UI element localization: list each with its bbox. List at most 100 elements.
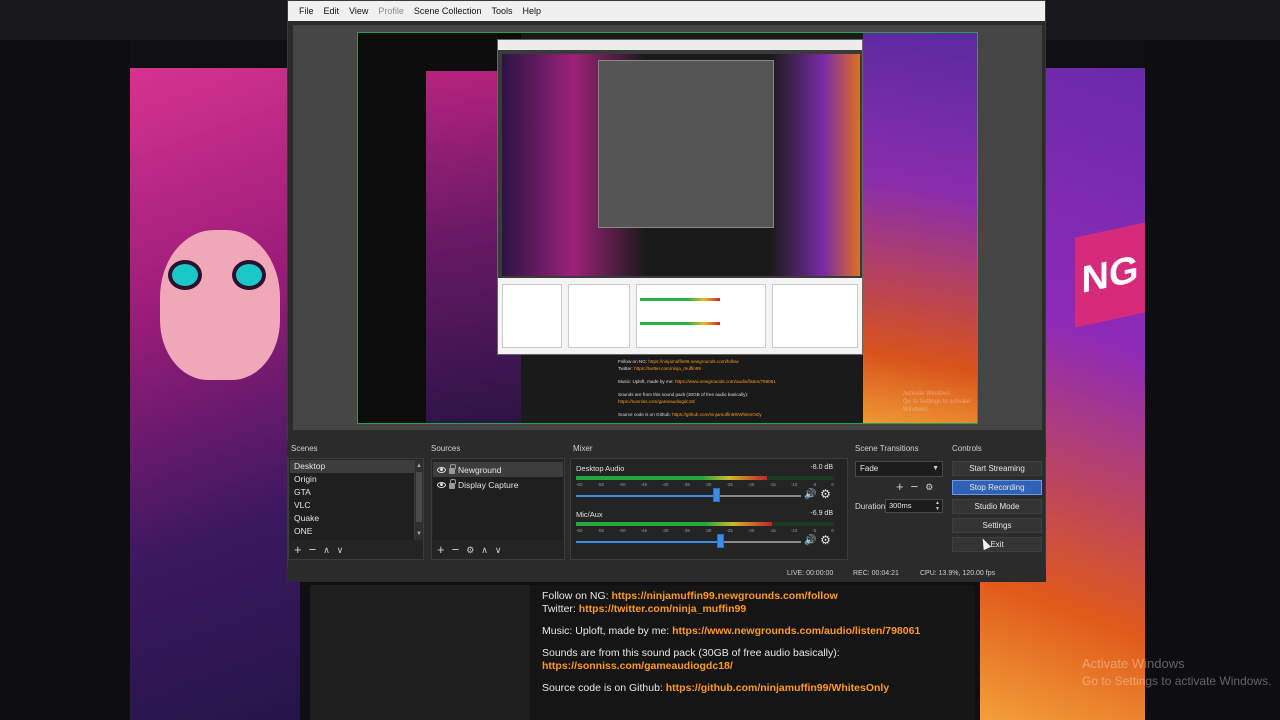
meter-ticks: -60 -55 -50 -45 -40 -35 -30 -25 -20 -15 -10 -5 0: [576, 528, 834, 533]
preview-sounds-label: Sounds are from this sound pack (30GB of…: [618, 391, 749, 397]
scroll-down-icon[interactable]: ▼: [416, 531, 422, 537]
preview-canvas[interactable]: Follow on NG: https://ninjamuffin99.newg…: [357, 32, 978, 424]
nested-meter-2: [640, 322, 720, 325]
mixer-channel-db: -8.0 dB: [810, 464, 833, 471]
scenes-scroll-thumb[interactable]: [416, 472, 422, 522]
exit-button[interactable]: Exit: [952, 537, 1042, 552]
scene-item-desktop[interactable]: Desktop: [290, 460, 414, 473]
source-label-display-capture: Display Capture: [458, 479, 519, 490]
mixer-panel: Desktop Audio -8.0 dB -60 -55 -50 -45 -40 -35…: [570, 458, 848, 560]
transitions-panel: Fade ▼ + − ⚙ Duration 300ms ▲ ▼: [851, 458, 947, 560]
move-up-icon[interactable]: ∧: [481, 544, 488, 556]
tick-label: -20: [747, 482, 755, 487]
settings-button[interactable]: Settings: [952, 518, 1042, 533]
scenes-scrollbar[interactable]: ▲ ▼: [414, 460, 423, 540]
scene-item-origin[interactable]: Origin: [290, 473, 414, 486]
menu-help[interactable]: Help: [517, 1, 546, 21]
volume-meter: [576, 476, 767, 480]
right-dark-area: [1145, 40, 1280, 720]
follow-link[interactable]: https://ninjamuffin99.newgrounds.com/fol…: [611, 590, 837, 602]
volume-fader-fill: [576, 541, 720, 543]
add-source-icon[interactable]: +: [437, 543, 445, 556]
spin-arrows-icon[interactable]: ▲ ▼: [935, 500, 940, 512]
tick-label: -55: [597, 482, 604, 487]
sounds-link[interactable]: https://sonniss.com/gameaudiogdc18/: [542, 660, 733, 672]
preview-area[interactable]: Follow on NG: https://ninjamuffin99.newg…: [293, 25, 1042, 430]
tick-label: -50: [618, 482, 626, 487]
scene-item-one[interactable]: ONE: [290, 525, 414, 538]
menu-tools[interactable]: Tools: [486, 1, 517, 21]
gear-icon[interactable]: ⚙: [820, 488, 831, 500]
duration-value: 300ms: [889, 501, 912, 510]
menu-view[interactable]: View: [344, 1, 373, 21]
lock-icon[interactable]: [449, 464, 456, 474]
mixer-channel-name: Desktop Audio: [576, 464, 625, 473]
volume-fader-handle[interactable]: [717, 534, 724, 548]
twitter-link[interactable]: https://twitter.com/ninja_muffin99: [579, 603, 746, 615]
live-time: LIVE: 00:00:00: [787, 570, 834, 577]
source-item-newground[interactable]: Newground: [433, 462, 563, 477]
music-link[interactable]: https://www.newgrounds.com/audio/listen/…: [672, 625, 920, 637]
mixer-dock-title: Mixer: [569, 441, 849, 457]
studio-mode-button[interactable]: Studio Mode: [952, 499, 1042, 514]
menu-edit[interactable]: Edit: [319, 1, 345, 21]
transition-select[interactable]: Fade ▼: [855, 461, 943, 477]
preview-info-text: Follow on NG: https://ninjamuffin99.newg…: [618, 359, 858, 418]
source-label-newground: Newground: [458, 464, 502, 475]
add-transition-icon[interactable]: +: [896, 480, 904, 493]
move-down-icon[interactable]: ∨: [495, 544, 502, 556]
move-up-icon[interactable]: ∧: [323, 544, 330, 556]
tick-label: -10: [790, 482, 798, 487]
menu-profile[interactable]: Profile: [373, 1, 409, 21]
activate-windows-watermark: Activate Windows Go to Settings to activ…: [1082, 655, 1271, 690]
tick-label: -15: [769, 482, 776, 487]
remove-transition-icon[interactable]: −: [911, 480, 919, 493]
mixer-channel-db: -6.9 dB: [810, 510, 833, 517]
scene-item-gta[interactable]: GTA: [290, 486, 414, 499]
twitter-label: Twitter:: [542, 603, 579, 615]
speaker-icon[interactable]: 🔊: [804, 536, 816, 546]
menu-scene-collection[interactable]: Scene Collection: [409, 1, 487, 21]
remove-source-icon[interactable]: −: [452, 543, 460, 556]
music-label: Music: Uploft, made by me:: [542, 625, 673, 637]
add-scene-icon[interactable]: +: [294, 543, 302, 556]
duration-spinbox[interactable]: 300ms ▲ ▼: [885, 499, 943, 513]
speaker-icon[interactable]: 🔊: [804, 490, 816, 500]
source-link[interactable]: https://github.com/ninjamuffin99/WhitesO…: [666, 682, 889, 694]
duration-label: Duration: [855, 502, 886, 511]
character-face-art: [160, 230, 280, 380]
wallpaper-character-art: [130, 68, 300, 720]
tick-label: -50: [618, 528, 626, 533]
status-bar: LIVE: 00:00:00 REC: 00:04:21 CPU: 13.9%,…: [287, 567, 1046, 582]
lock-icon[interactable]: [449, 479, 456, 489]
ng-sign-art: NG: [1075, 222, 1145, 328]
remove-scene-icon[interactable]: −: [309, 543, 317, 556]
source-properties-gear-icon[interactable]: ⚙: [466, 544, 474, 556]
scroll-up-icon[interactable]: ▲: [416, 463, 422, 469]
scenes-toolbar: + − ∧ ∨: [294, 543, 344, 556]
tick-label: -25: [726, 528, 733, 533]
transition-properties-gear-icon[interactable]: ⚙: [925, 481, 933, 493]
start-streaming-button[interactable]: Start Streaming: [952, 461, 1042, 476]
scene-item-quake[interactable]: Quake: [290, 512, 414, 525]
menu-file[interactable]: File: [294, 1, 319, 21]
source-item-display-capture[interactable]: Display Capture: [433, 477, 563, 492]
volume-fader-handle[interactable]: [713, 488, 720, 502]
eye-icon[interactable]: [437, 466, 446, 473]
preview-twitter-label: Twitter:: [618, 365, 635, 371]
sources-toolbar: + − ⚙ ∧ ∨: [437, 543, 502, 556]
nested-controls: [772, 284, 858, 348]
stop-recording-button[interactable]: Stop Recording: [952, 480, 1042, 495]
tick-label: -40: [661, 528, 669, 533]
preview-city-art: [863, 33, 977, 423]
nested-menu-bar: [498, 40, 862, 50]
scenes-dock-title: Scenes: [287, 441, 427, 457]
sources-dock-title: Sources: [427, 441, 567, 457]
move-down-icon[interactable]: ∨: [337, 544, 344, 556]
eye-icon[interactable]: [437, 481, 446, 488]
gear-icon[interactable]: ⚙: [820, 534, 831, 546]
scene-item-vlc[interactable]: VLC: [290, 499, 414, 512]
volume-meter: [576, 522, 772, 526]
tick-label: -40: [661, 482, 669, 487]
volume-fader-fill: [576, 495, 716, 497]
